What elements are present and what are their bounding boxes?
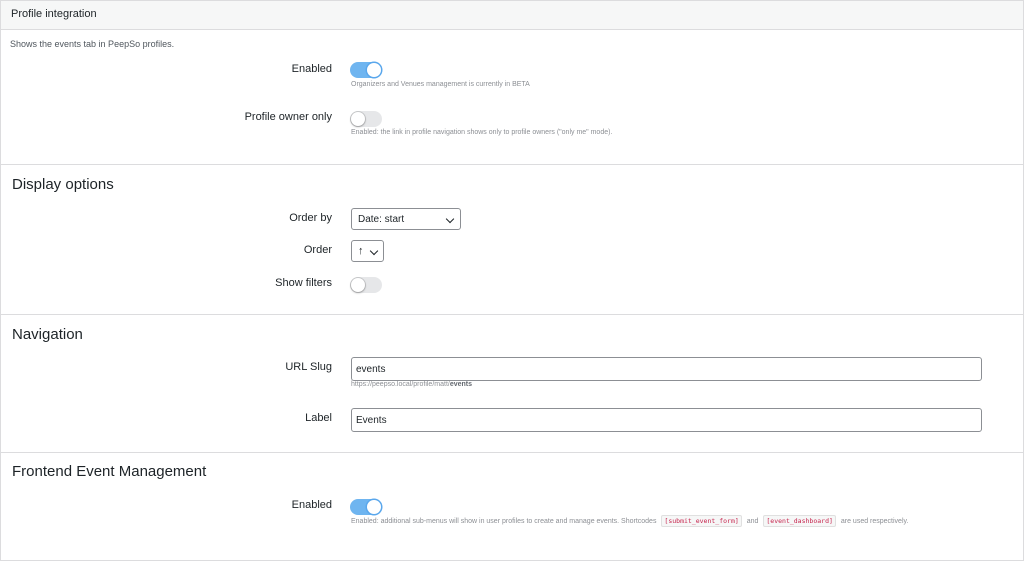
shortcode-event-dashboard: [event_dashboard] <box>763 515 836 527</box>
order-value: ↑ <box>358 245 364 257</box>
display-options-title: Display options <box>12 176 114 193</box>
enabled-label: Enabled <box>291 63 332 75</box>
url-help-prefix: https://peepso.local/profile/matt/ <box>351 381 450 388</box>
url-slug-label: URL Slug <box>285 361 332 373</box>
profile-integration-title: Profile integration <box>11 8 97 20</box>
enabled-help: Organizers and Venues management is curr… <box>351 81 530 88</box>
frontend-help-and: and <box>746 518 759 525</box>
toggle-knob <box>367 500 381 514</box>
enabled-toggle[interactable] <box>350 62 382 78</box>
frontend-enabled-label: Enabled <box>291 499 332 511</box>
url-slug-help: https://peepso.local/profile/matt/events <box>351 381 472 388</box>
frontend-event-management-title: Frontend Event Management <box>12 463 207 480</box>
profile-owner-only-toggle[interactable] <box>350 111 382 127</box>
profile-owner-only-help: Enabled: the link in profile navigation … <box>351 129 613 136</box>
frontend-help-prefix: Enabled: additional sub-menus will show … <box>351 518 657 525</box>
navigation-panel: Navigation URL Slug https://peepso.local… <box>0 314 1024 453</box>
chevron-down-icon <box>369 246 379 256</box>
label-input[interactable] <box>351 408 982 432</box>
frontend-enabled-toggle[interactable] <box>350 499 382 515</box>
frontend-event-management-panel: Frontend Event Management Enabled Enable… <box>0 452 1024 561</box>
order-by-value: Date: start <box>358 213 405 225</box>
navigation-title: Navigation <box>12 326 83 343</box>
frontend-enabled-help: Enabled: additional sub-menus will show … <box>351 515 909 527</box>
show-filters-label: Show filters <box>275 277 332 289</box>
toggle-knob <box>351 278 365 292</box>
label-label: Label <box>305 412 332 424</box>
url-help-slug: events <box>449 381 473 388</box>
profile-integration-panel: Profile integration Shows the events tab… <box>0 0 1024 165</box>
profile-integration-description: Shows the events tab in PeepSo profiles. <box>10 39 175 49</box>
profile-integration-header: Profile integration <box>1 1 1023 30</box>
show-filters-toggle[interactable] <box>350 277 382 293</box>
order-by-select[interactable]: Date: start <box>351 208 461 230</box>
frontend-help-suffix: are used respectively. <box>840 518 909 525</box>
shortcode-submit-event-form: [submit_event_form] <box>661 515 742 527</box>
profile-owner-only-label: Profile owner only <box>244 111 332 123</box>
display-options-panel: Display options Order by Date: start Ord… <box>0 164 1024 315</box>
chevron-down-icon <box>445 214 455 224</box>
toggle-knob <box>367 63 381 77</box>
order-label: Order <box>303 244 332 256</box>
order-select[interactable]: ↑ <box>351 240 384 262</box>
toggle-knob <box>351 112 365 126</box>
url-slug-input[interactable] <box>351 357 982 381</box>
order-by-label: Order by <box>289 212 332 224</box>
